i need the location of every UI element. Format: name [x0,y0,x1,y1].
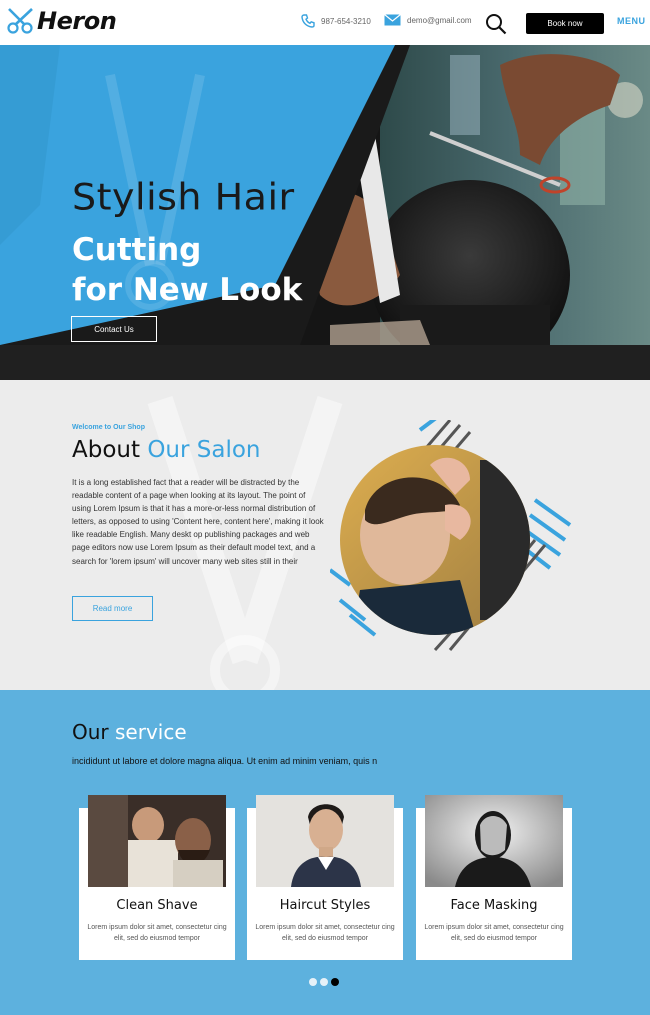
contact-us-button[interactable]: Contact Us [71,316,157,342]
service-card-text: Lorem ipsum dolor sit amet, consectetur … [87,924,227,942]
hero-banner: Stylish Hair Cutting for New Look Contac… [0,45,650,380]
services-section: Our service incididunt ut labore et dolo… [0,690,650,1015]
about-salon-image [330,420,572,652]
book-now-button[interactable]: Book now [526,13,604,34]
carousel-dot-3[interactable] [331,978,339,986]
carousel-dot-1[interactable] [309,978,317,986]
site-header: Heron 987-654-3210 demo@gmail.com Book n… [0,0,650,45]
service-card-clean-shave[interactable]: Clean Shave Lorem ipsum dolor sit amet, … [79,795,235,960]
menu-button[interactable]: MENU [617,16,646,26]
logo[interactable]: Heron [6,6,117,36]
scissors-logo-icon [7,8,33,34]
read-more-button[interactable]: Read more [72,596,153,621]
hero-title-lines: Cutting for New Look [72,230,302,310]
about-section: Welcome to Our Shop About Our Salon It i… [0,380,650,690]
about-title-part1: About [72,437,141,463]
services-title-part2: service [115,720,187,744]
search-icon[interactable] [485,13,507,35]
services-subtitle: incididunt ut labore et dolore magna ali… [72,756,378,766]
services-title-part1: Our [72,720,109,744]
face-masking-image [425,795,563,887]
about-title-part2: Our Salon [147,437,261,463]
service-card-text: Lorem ipsum dolor sit amet, consectetur … [424,924,564,942]
about-title: About Our Salon [72,437,261,463]
haircut-styles-image [256,795,394,887]
service-card-face-masking[interactable]: Face Masking Lorem ipsum dolor sit amet,… [416,795,572,960]
about-kicker: Welcome to Our Shop [72,424,145,431]
service-card-haircut-styles[interactable]: Haircut Styles Lorem ipsum dolor sit ame… [247,795,403,960]
hero-title-line1: Stylish Hair [72,176,295,218]
phone-number: 987-654-3210 [321,16,371,26]
carousel-dot-2[interactable] [320,978,328,986]
service-card-title: Face Masking [450,898,538,913]
email-address: demo@gmail.com [407,15,472,25]
email-contact[interactable]: demo@gmail.com [384,14,472,26]
hero-title-line2: Cutting [72,232,202,268]
phone-contact[interactable]: 987-654-3210 [301,14,371,28]
carousel-dots [309,978,339,986]
services-title: Our service [72,720,187,744]
logo-text: Heron [37,7,117,35]
clean-shave-image [88,795,226,887]
service-card-title: Clean Shave [116,898,198,913]
phone-icon [301,14,315,28]
about-body: It is a long established fact that a rea… [72,478,324,566]
hero-title-line3: for New Look [72,272,303,308]
service-card-title: Haircut Styles [279,898,371,913]
envelope-icon [384,14,401,26]
service-card-text: Lorem ipsum dolor sit amet, consectetur … [255,924,395,942]
